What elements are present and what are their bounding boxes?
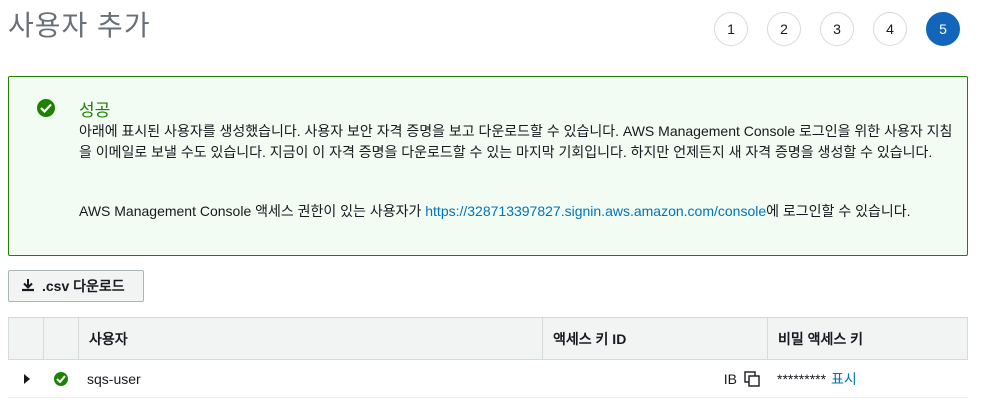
success-alert: 성공 아래에 표시된 사용자를 생성했습니다. 사용자 보안 자격 증명을 보고… [8, 76, 968, 256]
header-status [44, 318, 79, 359]
step-1[interactable]: 1 [714, 12, 748, 46]
header-user[interactable]: 사용자 [79, 318, 543, 359]
console-signin-link[interactable]: https://328713397827.signin.aws.amazon.c… [425, 203, 766, 219]
header-secret-key[interactable]: 비밀 액세스 키 [768, 318, 967, 359]
download-icon [22, 279, 34, 292]
row-user-name: sqs-user [87, 370, 141, 387]
console-info-suffix: 에 로그인할 수 있습니다. [766, 203, 911, 219]
row-access-key: IB [723, 370, 737, 387]
show-secret-link[interactable]: 표시 [831, 369, 857, 389]
table-header: 사용자 액세스 키 ID 비밀 액세스 키 [8, 317, 968, 360]
alert-title: 성공 [79, 101, 111, 120]
console-info-prefix: AWS Management Console 액세스 권한이 있는 사용자가 [79, 203, 426, 219]
users-table: 사용자 액세스 키 ID 비밀 액세스 키 sqs-user IB ******… [8, 317, 968, 398]
step-3[interactable]: 3 [820, 12, 854, 46]
row-secret-masked: ********* [777, 370, 827, 387]
header-access-key[interactable]: 액세스 키 ID [543, 318, 768, 359]
expand-caret-icon[interactable] [24, 373, 30, 384]
table-row: sqs-user IB ********* 표시 [8, 360, 968, 398]
alert-console-info: AWS Management Console 액세스 권한이 있는 사용자가 h… [79, 201, 959, 222]
copy-icon[interactable] [743, 370, 761, 388]
success-check-icon [54, 371, 68, 386]
row-status-cell [43, 360, 78, 397]
download-csv-button[interactable]: .csv 다운로드 [8, 270, 144, 302]
row-expand-cell [8, 360, 43, 397]
download-csv-label: .csv 다운로드 [42, 278, 125, 294]
step-5[interactable]: 5 [926, 12, 960, 46]
wizard-steps: 1 2 3 4 5 [714, 12, 960, 46]
success-check-icon [37, 99, 55, 117]
header-expand [9, 318, 44, 359]
step-4[interactable]: 4 [873, 12, 907, 46]
row-secret-cell: ********* 표시 [767, 360, 968, 397]
alert-body: 아래에 표시된 사용자를 생성했습니다. 사용자 보안 자격 증명을 보고 다운… [79, 123, 953, 160]
row-access-key-cell: IB [542, 360, 767, 397]
page-title: 사용자 추가 [8, 10, 151, 41]
step-2[interactable]: 2 [767, 12, 801, 46]
